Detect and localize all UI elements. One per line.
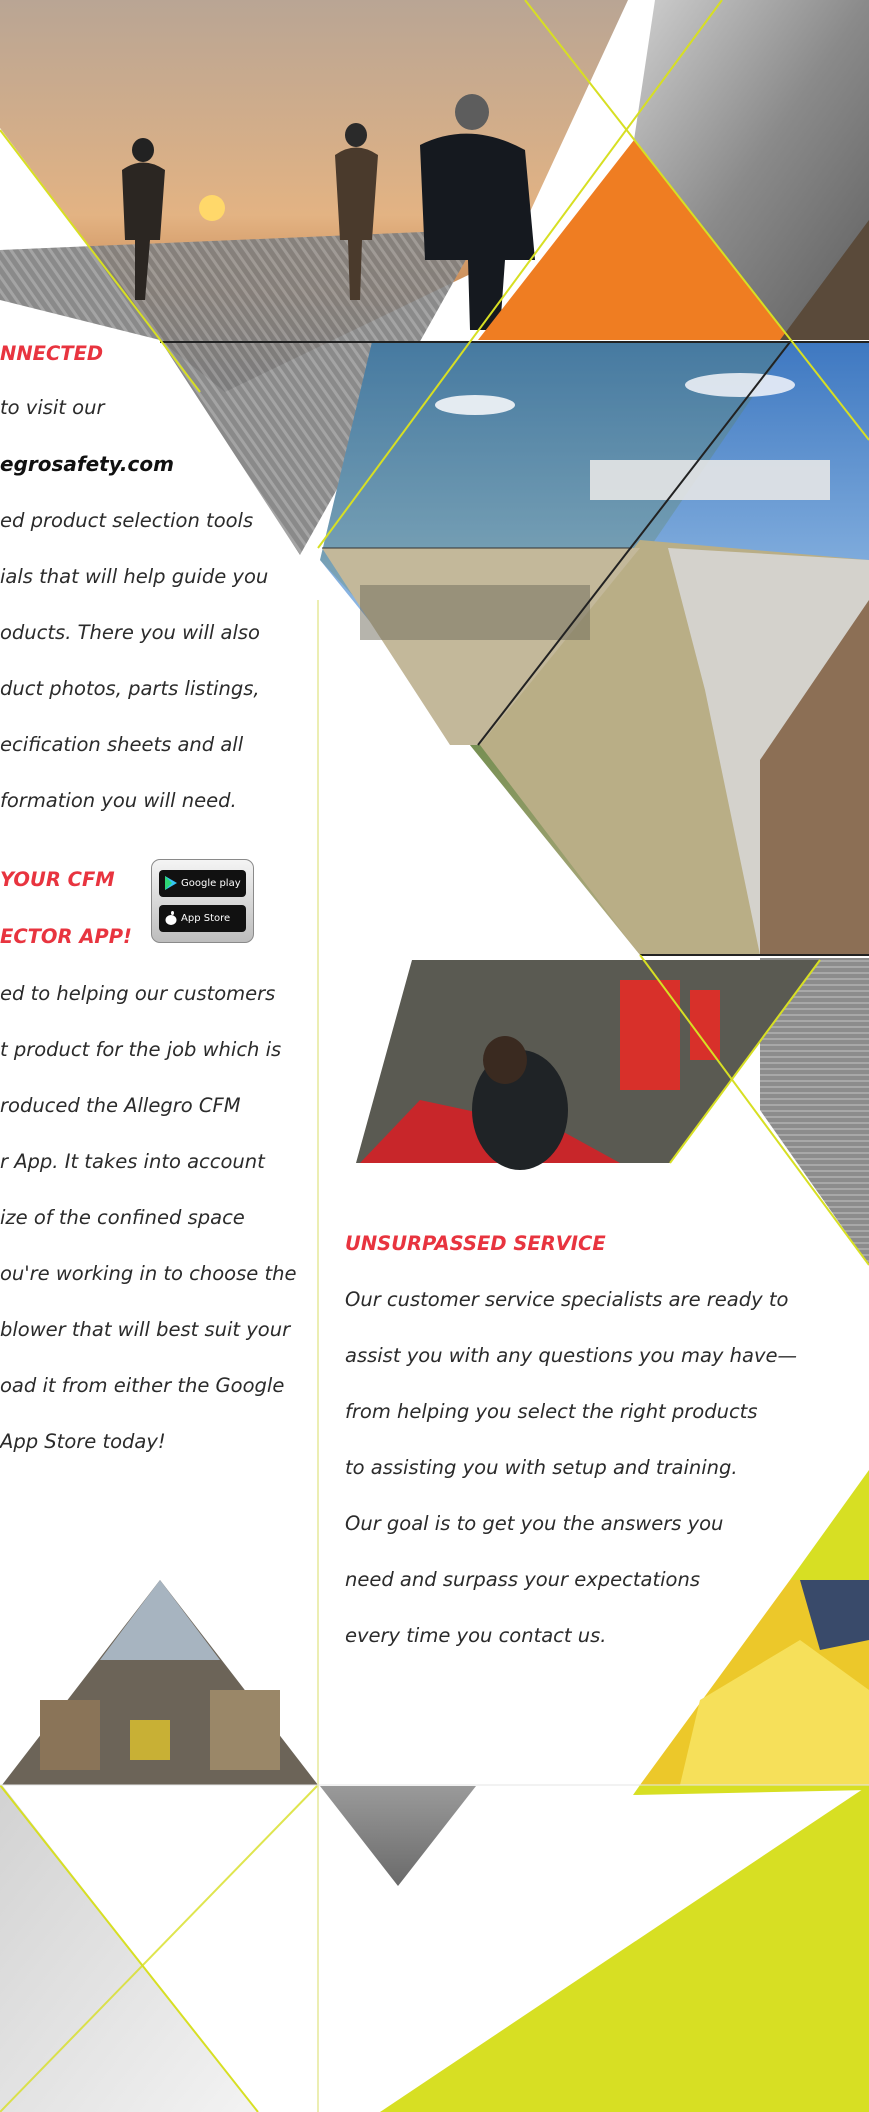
- app-line: ize of the confined space: [0, 1206, 245, 1229]
- apple-icon: [165, 911, 177, 925]
- intro-line: to visit our: [0, 396, 105, 419]
- app-store-badges: Google play App Store: [151, 859, 254, 943]
- website-link[interactable]: egrosafety.com: [0, 452, 174, 476]
- app-line: r App. It takes into account: [0, 1150, 265, 1173]
- app-heading-line: ECTOR APP!: [0, 925, 132, 948]
- app-line: App Store today!: [0, 1430, 166, 1453]
- app-line: roduced the Allegro CFM: [0, 1094, 241, 1117]
- body-line: duct photos, parts listings,: [0, 677, 260, 700]
- body-line: oducts. There you will also: [0, 621, 260, 644]
- app-line: oad it from either the Google: [0, 1374, 285, 1397]
- body-line: ecification sheets and all: [0, 733, 244, 756]
- service-line: from helping you select the right produc…: [345, 1400, 758, 1423]
- service-line: need and surpass your expectations: [345, 1568, 700, 1591]
- service-line: Our customer service specialists are rea…: [345, 1288, 789, 1311]
- connected-heading: NNECTED: [0, 342, 104, 365]
- app-heading-line: YOUR CFM: [0, 868, 115, 891]
- body-text: ed product selection tools ials that wil…: [0, 493, 268, 829]
- app-line: ou're working in to choose the: [0, 1262, 297, 1285]
- body-line: ed product selection tools: [0, 509, 254, 532]
- service-line: to assisting you with setup and training…: [345, 1456, 738, 1479]
- app-line: ed to helping our customers: [0, 982, 276, 1005]
- service-line: every time you contact us.: [345, 1624, 607, 1647]
- app-text: ed to helping our customers t product fo…: [0, 966, 296, 1470]
- service-line: Our goal is to get you the answers you: [345, 1512, 724, 1535]
- google-play-label: Google play: [181, 878, 241, 889]
- play-icon: [165, 876, 177, 890]
- body-line: formation you will need.: [0, 789, 237, 812]
- app-store-badge[interactable]: App Store: [159, 905, 246, 932]
- app-store-label: App Store: [181, 913, 231, 924]
- body-line: ials that will help guide you: [0, 565, 269, 588]
- app-line: t product for the job which is: [0, 1038, 282, 1061]
- google-play-badge[interactable]: Google play: [159, 870, 246, 897]
- service-line: assist you with any questions you may ha…: [345, 1344, 797, 1367]
- app-line: blower that will best suit your: [0, 1318, 291, 1341]
- service-text: Our customer service specialists are rea…: [345, 1272, 797, 1664]
- service-heading: UNSURPASSED SERVICE: [345, 1232, 606, 1255]
